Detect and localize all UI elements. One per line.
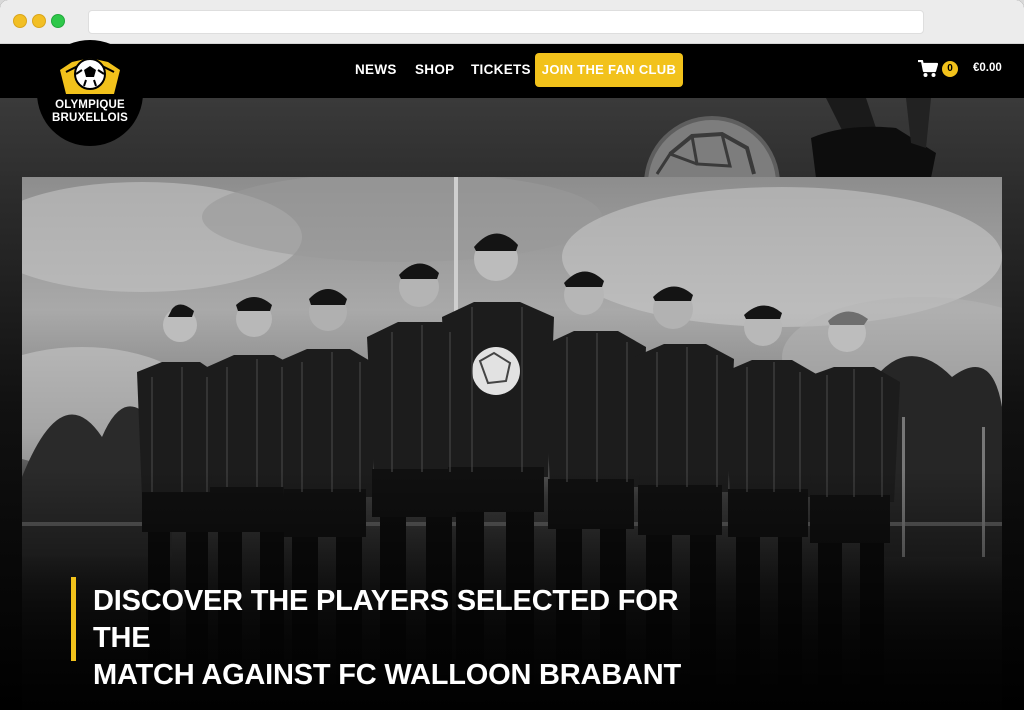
logo-line-2: BRUXELLOIS: [51, 112, 129, 124]
hero-headline-block[interactable]: DISCOVER THE PLAYERS SELECTED FOR THE MA…: [71, 577, 691, 691]
window-close-button[interactable]: [13, 14, 27, 28]
address-bar[interactable]: [88, 10, 924, 34]
window-minimize-button[interactable]: [32, 14, 46, 28]
headline-accent-bar: [71, 577, 76, 661]
hero-headline[interactable]: DISCOVER THE PLAYERS SELECTED FOR THE MA…: [93, 583, 691, 694]
cart-icon[interactable]: [918, 60, 938, 78]
nav-news-link[interactable]: NEWS: [355, 62, 397, 77]
headline-line-2: MATCH AGAINST FC WALLOON BRABANT: [93, 659, 682, 691]
club-logo[interactable]: OLYMPIQUE BRUXELLOIS: [37, 40, 143, 146]
browser-chrome: [0, 0, 1024, 44]
cart-total: €0.00: [973, 62, 1002, 74]
logo-line-1: OLYMPIQUE: [55, 99, 125, 111]
headline-line-1: DISCOVER THE PLAYERS SELECTED FOR THE: [93, 585, 679, 654]
browser-window: DISCOVER THE PLAYERS SELECTED FOR THE MA…: [0, 0, 1024, 710]
join-fan-club-button[interactable]: JOIN THE FAN CLUB: [535, 53, 683, 87]
nav-shop-link[interactable]: SHOP: [415, 62, 454, 77]
background-player-leg-image: [811, 98, 936, 178]
cart-widget[interactable]: 0 €0.00: [918, 58, 1008, 82]
nav-tickets-link[interactable]: TICKETS: [471, 62, 531, 77]
main-navigation: NEWS SHOP TICKETS JOIN THE FAN CLUB: [0, 53, 1024, 87]
window-maximize-button[interactable]: [51, 14, 65, 28]
background-football-image: [644, 116, 780, 182]
cart-count-badge: 0: [942, 61, 958, 77]
